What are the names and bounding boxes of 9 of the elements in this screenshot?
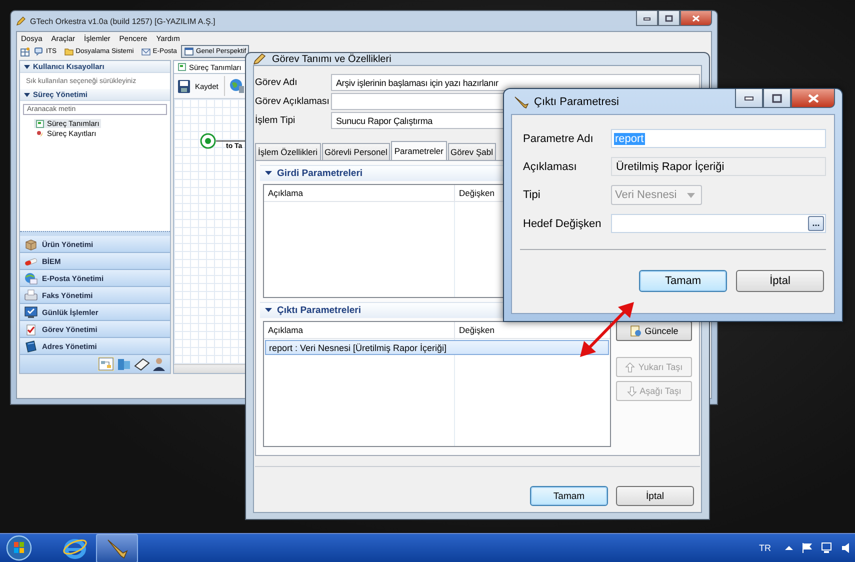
field-label: Parametre Adı — [523, 132, 594, 144]
field-label: Görev Açıklaması — [255, 96, 330, 107]
field-label: Görev Adı — [255, 77, 298, 88]
dialog-title: Görev Tanımı ve Özellikleri — [272, 54, 392, 64]
dialog-title: Çıktı Parametresi — [534, 96, 619, 108]
field-label: İşlem Tipi — [255, 115, 296, 126]
field-label: Hedef Değişken — [523, 218, 602, 230]
window-title: GTech Orkestra v1.0a (build 1257) [G-YAZILIM A.Ş.] — [30, 16, 216, 26]
field-label: Tipi — [523, 189, 542, 201]
